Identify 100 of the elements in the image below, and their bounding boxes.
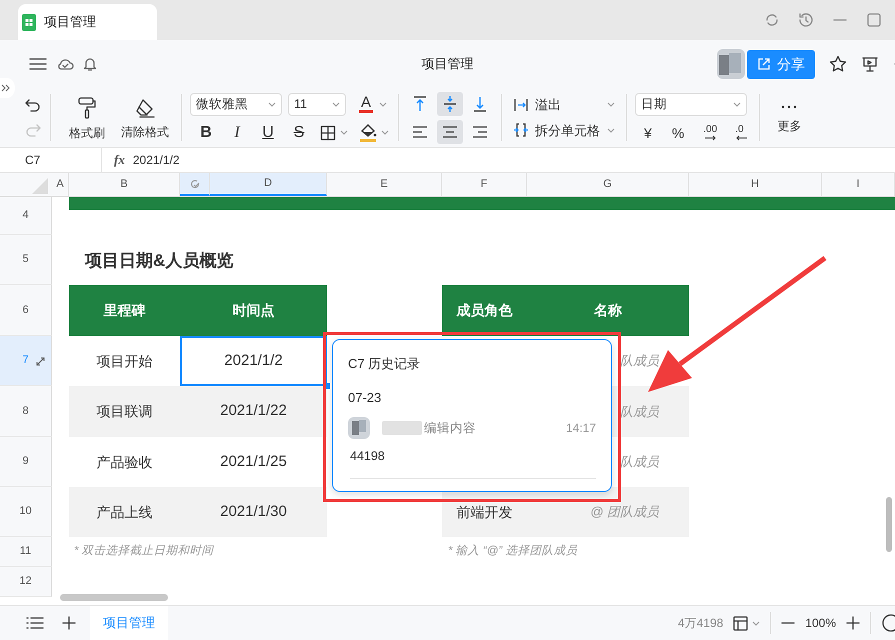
row-header[interactable]: 8 [0,386,52,437]
table-cell-text: 队成员 [619,352,660,370]
vertical-scrollbar[interactable] [886,497,892,552]
external-link-icon [757,57,771,71]
split-cells-icon [513,122,530,138]
table-cell: @ 团队成员 [527,487,689,537]
row-header[interactable]: 5 [0,235,52,285]
column-header[interactable]: D [210,173,327,196]
popup-title: C7 历史记录 [348,355,422,373]
column-heading: 时间点 [180,285,327,336]
horizontal-scrollbar[interactable] [60,594,168,601]
column-heading: 名称 [527,285,689,336]
table-cell: 产品上线 [69,487,180,537]
table-cell: 项目联调 [69,386,180,437]
paint-roller-icon [77,96,97,118]
caret-icon [381,130,389,135]
caret-icon [332,102,340,106]
zoom-in-icon[interactable] [846,616,860,630]
bell-icon[interactable] [82,56,98,72]
cell-count: 4万4198 [678,615,724,632]
table-cell: 2021/1/2 [180,336,327,386]
refresh-icon [190,178,200,188]
clear-format-button[interactable]: 清除格式 [117,88,173,147]
table-cell: 2021/1/30 [180,487,327,537]
footnote: * 双击选择截止日期和时间 [73,544,215,560]
maximize-icon[interactable] [865,11,883,29]
zoom-level: 100% [805,615,836,632]
formula-value: 2021/1/2 [132,152,180,169]
font-size-dropdown[interactable]: 11 [288,92,346,116]
format-painter-button[interactable]: 格式刷 [65,88,109,147]
help-icon[interactable] [881,614,895,632]
column-header[interactable]: E [327,173,442,196]
strikethrough-button[interactable]: S [289,122,309,142]
layout-icon[interactable] [733,616,748,630]
overflow-icon [513,96,530,113]
footnote: * 输入 “@” 选择团队成员 [447,544,578,560]
history-time: 14:17 [566,420,596,437]
eraser-icon [134,98,156,118]
fill-color-icon[interactable] [359,123,377,142]
arrow-icon [735,135,750,141]
avatar [348,417,370,439]
sheet-list-icon[interactable] [26,616,44,630]
italic-button[interactable]: I [227,122,247,142]
table-cell-text: 项目开始 [96,352,154,370]
column-heading: 里程碑 [69,285,180,336]
currency-button[interactable]: ¥ [641,124,655,142]
row-header[interactable]: 10 [0,487,52,537]
history-value: 44198 [350,448,386,465]
table-cell-text: 2021/1/25 [219,452,288,472]
caret-icon [268,102,276,106]
row-header[interactable]: 9 [0,437,52,487]
document-title: 项目管理 [422,56,474,72]
history-action: 编辑内容 [424,420,476,437]
resize-row-icon [36,356,45,366]
caret-icon [607,128,616,133]
arrow-icon [703,135,718,141]
star-icon[interactable] [829,55,847,73]
font-dropdown[interactable]: 微软雅黑 [190,92,282,116]
column-header[interactable]: F [442,173,527,196]
column-header[interactable]: A [52,173,69,196]
increase-decimal-button[interactable]: .00 [701,125,720,141]
percent-button[interactable]: % [668,124,688,142]
caret-icon [733,102,742,107]
row-header[interactable]: 6 [0,285,52,336]
row-header[interactable]: 4 [0,197,52,235]
row-header[interactable]: 11 [0,537,52,567]
more-icon [780,104,798,110]
column-header[interactable] [180,173,210,196]
caret-icon [379,102,388,106]
align-center-button[interactable] [437,120,464,144]
table-cell: 2021/1/22 [180,386,327,437]
presentation-icon[interactable] [861,55,879,73]
spreadsheet-icon [22,14,36,30]
bold-button[interactable]: B [196,122,216,142]
menu-icon[interactable] [28,56,48,72]
row-header[interactable]: 12 [0,567,52,597]
table-cell-text: 产品验收 [96,452,154,472]
more-button[interactable]: 更多 [774,88,804,147]
column-header[interactable]: G [527,173,689,196]
overflow-dropdown[interactable]: 溢出 [510,94,618,115]
caret-icon [752,620,760,626]
fx-label: fx [114,151,125,170]
font-color-button[interactable]: A [356,92,390,116]
history-icon[interactable] [797,11,815,29]
document-tab[interactable]: 项目管理 [18,4,157,40]
caret-icon [607,102,616,108]
add-sheet-icon[interactable] [62,616,76,630]
cell-reference: C7 [25,152,40,169]
section-title: 项目日期&人员概览 [84,250,234,272]
redacted-name [382,421,422,435]
number-format-dropdown[interactable]: 日期 [635,93,748,116]
split-cells-dropdown[interactable]: 拆分单元格 [510,120,618,140]
column-header[interactable]: H [689,173,822,196]
decrease-decimal-button[interactable]: .0 [733,125,752,141]
table-cell-text: 队成员 [619,453,660,472]
underline-button[interactable]: U [258,122,278,142]
avatar [715,49,745,79]
borders-icon[interactable] [320,124,336,140]
undo-icon[interactable] [24,98,42,112]
column-header[interactable]: I [822,173,895,196]
